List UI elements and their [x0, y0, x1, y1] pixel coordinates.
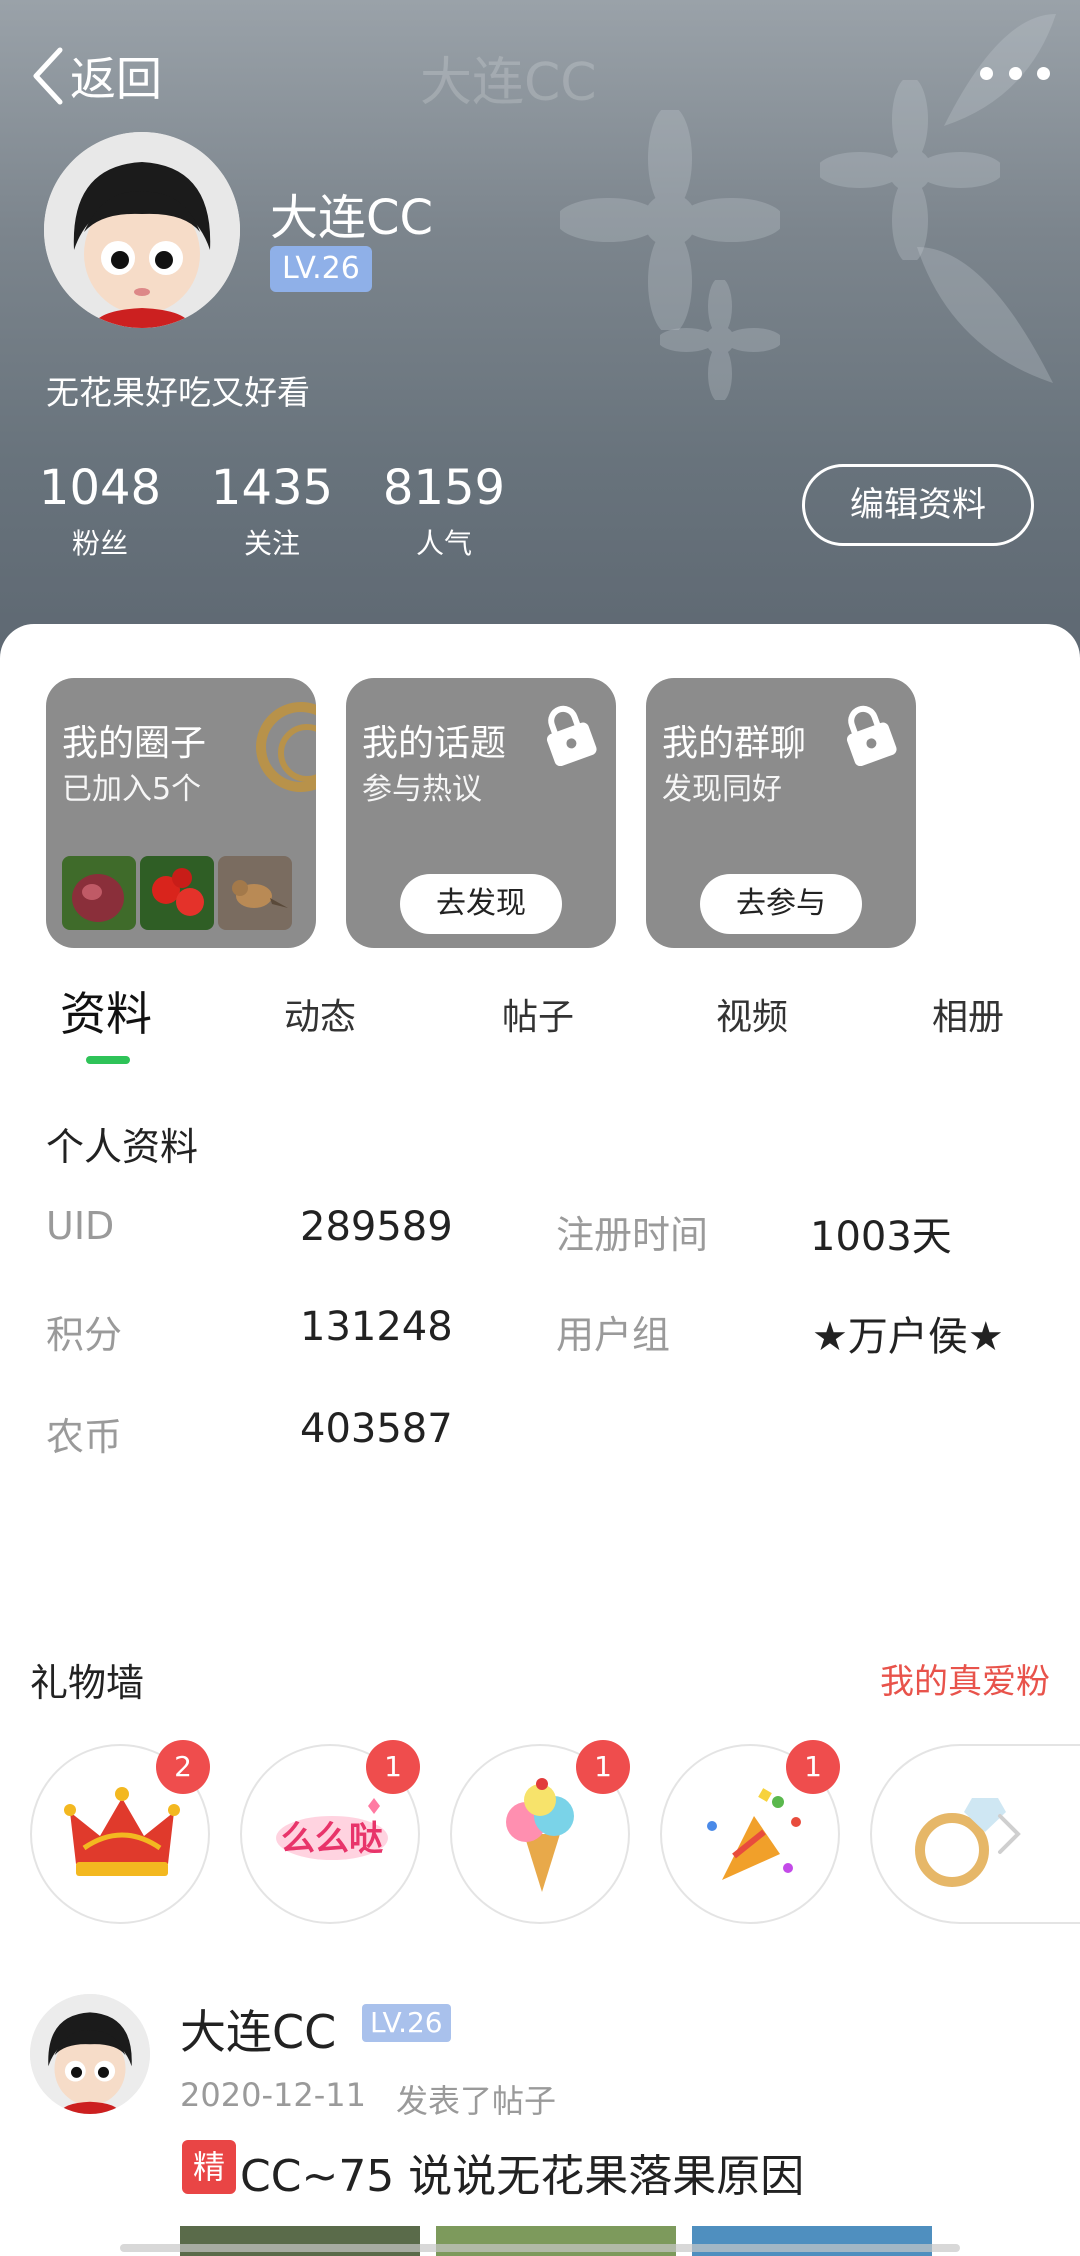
info-value-points: 131248: [300, 1304, 453, 1350]
more-dots-icon: [980, 66, 993, 80]
stat-fans[interactable]: 1048 粉丝: [30, 460, 170, 562]
info-label-user-group: 用户组: [556, 1313, 671, 1357]
stat-value: 8159: [382, 460, 506, 516]
crown-icon: [64, 1787, 180, 1876]
profile-header: 返回 大连CC 大连CC LV.26 无花果好吃又好看 1048 粉丝 1435…: [0, 0, 1080, 660]
avatar[interactable]: [44, 132, 240, 328]
card-title: 我的话题: [362, 723, 507, 764]
my-circles-card[interactable]: 我的圈子 已加入5个: [46, 678, 316, 948]
stat-label: 人气: [415, 527, 472, 560]
back-label: 返回: [70, 52, 162, 106]
info-label-registered: 注册时间: [556, 1213, 709, 1257]
info-value-coins: 403587: [300, 1406, 453, 1452]
stat-value: 1048: [38, 460, 162, 516]
strawberry-icon: [140, 856, 214, 930]
gift-count-badge: 1: [366, 1740, 420, 1794]
ice-cream-icon: [506, 1778, 574, 1892]
post-action: 发表了帖子: [396, 2082, 557, 2120]
chevron-right-icon[interactable]: [994, 1812, 1024, 1856]
edit-profile-button[interactable]: 编辑资料: [802, 464, 1034, 546]
info-value-registered: 1003天: [810, 1214, 952, 1260]
circle-ring-icon: [256, 702, 316, 792]
gift-count-badge: 1: [576, 1740, 630, 1794]
stat-following[interactable]: 1435 关注: [202, 460, 342, 562]
tab-albums[interactable]: 相册: [932, 988, 1004, 1040]
gift-item[interactable]: 1: [450, 1740, 630, 1924]
post-username[interactable]: 大连CC: [180, 1996, 336, 2062]
tab-profile[interactable]: 资料: [60, 978, 152, 1044]
stat-value: 1435: [210, 460, 334, 516]
chevron-left-icon: [33, 47, 63, 105]
stat-label: 粉丝: [71, 527, 128, 560]
cartoon-avatar-icon: [44, 132, 240, 328]
info-label-uid: UID: [46, 1204, 115, 1248]
level-badge: LV.26: [270, 246, 372, 292]
gift-count-badge: 1: [786, 1740, 840, 1794]
profile-tabs: 资料 动态 帖子 视频 相册: [0, 980, 1080, 1080]
party-popper-icon: [707, 1788, 801, 1880]
home-indicator[interactable]: [120, 2244, 960, 2252]
bird-icon: [218, 856, 292, 930]
header-title: 大连CC: [420, 53, 597, 113]
tab-activity[interactable]: 动态: [284, 988, 356, 1040]
username: 大连CC: [270, 190, 434, 246]
tab-videos[interactable]: 视频: [716, 988, 788, 1040]
strawberry-thumbnail[interactable]: [140, 856, 214, 930]
fig-thumbnail[interactable]: [62, 856, 136, 930]
card-title: 我的圈子: [62, 723, 207, 764]
true-fans-link[interactable]: 我的真爱粉: [880, 1654, 1050, 1703]
gift-item[interactable]: [870, 1744, 1080, 1924]
cartoon-avatar-icon: [30, 1994, 150, 2114]
lock-icon: [546, 705, 597, 766]
section-title: 个人资料: [46, 1125, 199, 1169]
gift-count-badge: 2: [156, 1740, 210, 1794]
my-topics-card[interactable]: 我的话题 参与热议 去发现: [346, 678, 616, 948]
text-sticker-icon: 么么哒: [276, 1798, 388, 1860]
card-subtitle: 已加入5个: [62, 772, 202, 807]
info-label-coins: 农币: [46, 1415, 123, 1459]
leaf-decoration-icon: [917, 247, 1053, 383]
discover-button[interactable]: 去发现: [400, 874, 562, 934]
fig-fruit-icon: [62, 856, 136, 930]
gift-item[interactable]: 2: [30, 1740, 210, 1924]
post-avatar[interactable]: [30, 1994, 150, 2114]
bird-thumbnail[interactable]: [218, 856, 292, 930]
card-subtitle: 发现同好: [662, 772, 782, 807]
essence-tag: 精: [182, 2140, 236, 2194]
flower-decoration-icon: [660, 280, 780, 400]
gift-item[interactable]: 1: [660, 1740, 840, 1924]
bio-text: 无花果好吃又好看: [46, 373, 310, 412]
more-options-button[interactable]: [980, 58, 1050, 88]
stat-popularity[interactable]: 8159 人气: [374, 460, 514, 562]
gift-item[interactable]: 么么哒 1: [240, 1740, 420, 1924]
info-value-user-group: ★万户侯★: [812, 1314, 1004, 1360]
tab-posts[interactable]: 帖子: [502, 988, 574, 1040]
post-title[interactable]: CC~75 说说无花果落果原因: [240, 2140, 804, 2204]
my-group-chats-card[interactable]: 我的群聊 发现同好 去参与: [646, 678, 916, 948]
sticker-text: 么么哒: [281, 1819, 383, 1859]
gift-wall-title: 礼物墙: [30, 1661, 145, 1705]
card-subtitle: 参与热议: [362, 772, 482, 807]
card-title: 我的群聊: [662, 723, 807, 764]
lock-icon: [846, 705, 897, 766]
info-label-points: 积分: [46, 1313, 123, 1357]
active-tab-indicator: [86, 1056, 130, 1064]
stat-label: 关注: [243, 527, 300, 560]
post-level-badge: LV.26: [362, 2004, 451, 2042]
join-button[interactable]: 去参与: [700, 874, 862, 934]
back-button[interactable]: 返回: [28, 40, 162, 112]
post-date: 2020-12-11: [180, 2076, 366, 2114]
info-value-uid: 289589: [300, 1204, 453, 1250]
